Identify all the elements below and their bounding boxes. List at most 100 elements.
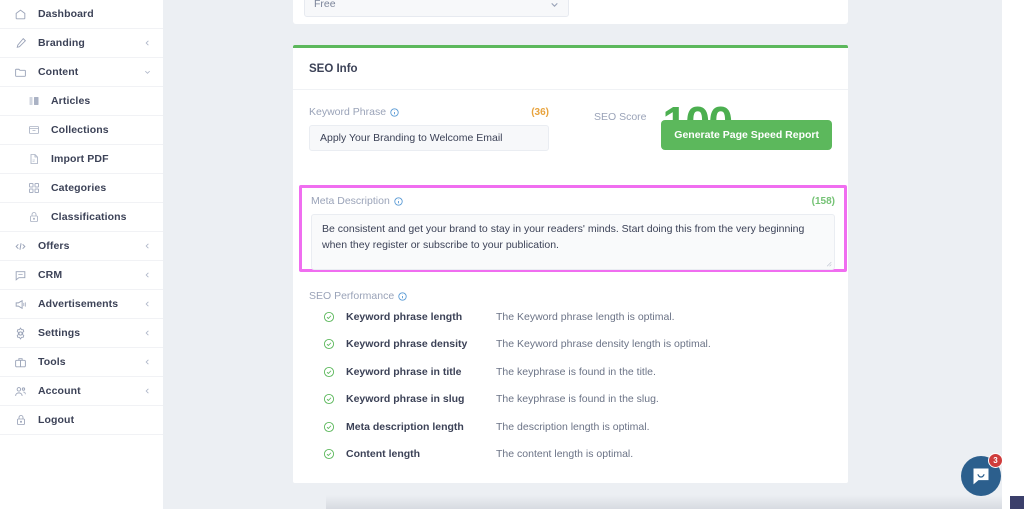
- check-circle-icon: [323, 421, 337, 433]
- chevron-down-icon: [550, 0, 559, 9]
- performance-row-description: The content length is optimal.: [496, 448, 634, 461]
- meta-description-label: Meta Description: [311, 195, 390, 207]
- lock-icon: [13, 413, 28, 428]
- plan-select-value: Free: [314, 0, 336, 10]
- info-icon[interactable]: [390, 107, 399, 117]
- performance-row: Meta description length The description l…: [309, 414, 829, 440]
- seo-performance-list: Keyword phrase length The Keyword phrase …: [309, 304, 829, 467]
- sidebar-item-content[interactable]: Content: [0, 58, 163, 87]
- code-icon: [13, 239, 28, 254]
- sidebar-item-tools[interactable]: Tools: [0, 348, 163, 377]
- sidebar-item-label: CRM: [38, 269, 63, 281]
- sidebar-item-account[interactable]: Account: [0, 377, 163, 406]
- keyword-phrase-group: Keyword Phrase (36) Apply Your Branding …: [309, 106, 549, 151]
- sidebar-item-articles[interactable]: Articles: [0, 87, 163, 116]
- check-circle-icon: [323, 393, 337, 405]
- resize-handle-icon[interactable]: [825, 260, 832, 267]
- check-circle-icon: [323, 311, 337, 323]
- sidebar-item-label: Offers: [38, 240, 70, 252]
- sidebar-item-label: Branding: [38, 37, 85, 49]
- seo-performance-label-row: SEO Performance: [309, 290, 829, 302]
- sidebar-item-label: Dashboard: [38, 8, 94, 20]
- chat-launcher-button[interactable]: 3: [961, 453, 1003, 496]
- app-root: Dashboard Branding Content Articles Collecti…: [0, 0, 1024, 509]
- seo-score-label: SEO Score: [594, 111, 647, 123]
- sidebar-item-label: Collections: [51, 124, 109, 136]
- keyword-phrase-label-row: Keyword Phrase (36): [309, 106, 549, 118]
- folder-icon: [13, 65, 28, 80]
- plan-select[interactable]: Free: [304, 0, 569, 17]
- check-circle-icon: [323, 338, 337, 350]
- performance-row-name: Content length: [346, 448, 421, 461]
- sidebar-item-crm[interactable]: CRM: [0, 261, 163, 290]
- sidebar-item-label: Categories: [51, 182, 107, 194]
- performance-row-name: Keyword phrase density: [346, 338, 468, 351]
- brush-icon: [13, 36, 28, 51]
- sidebar-item-dashboard[interactable]: Dashboard: [0, 0, 163, 29]
- performance-row: Keyword phrase in slug The keyphrase is f…: [309, 387, 829, 413]
- sidebar-item-label: Advertisements: [38, 298, 119, 310]
- keyword-phrase-input[interactable]: Apply Your Branding to Welcome Email: [309, 125, 549, 151]
- performance-row-name: Keyword phrase in title: [346, 365, 462, 378]
- sidebar-item-settings[interactable]: Settings: [0, 319, 163, 348]
- sidebar-item-label: Import PDF: [51, 153, 109, 165]
- performance-row-description: The description length is optimal.: [496, 420, 650, 433]
- seo-performance-section: SEO Performance Keyword phrase length The…: [309, 290, 829, 467]
- sidebar-item-label: Articles: [51, 95, 91, 107]
- sidebar-item-categories[interactable]: Categories: [0, 174, 163, 203]
- file-pdf-icon: [26, 152, 41, 167]
- info-icon[interactable]: [398, 291, 407, 301]
- chevron-left-icon[interactable]: [144, 301, 151, 308]
- meta-description-value: Be consistent and get your brand to stay…: [322, 223, 805, 251]
- chat-bubble-icon: [971, 466, 991, 486]
- home-icon: [13, 7, 28, 22]
- performance-row-name: Keyword phrase in slug: [346, 393, 465, 406]
- sidebar-item-label: Account: [38, 385, 81, 397]
- lock-icon: [26, 210, 41, 225]
- gear-icon: [13, 326, 28, 341]
- content-area: Free SEO Info Keyword Phrase (36) Apply …: [163, 0, 1024, 509]
- sidebar-item-label: Content: [38, 66, 79, 78]
- sidebar-item-classifications[interactable]: Classifications: [0, 203, 163, 232]
- archive-icon: [26, 123, 41, 138]
- chevron-left-icon[interactable]: [144, 359, 151, 366]
- meta-description-label-row: Meta Description (158): [311, 195, 835, 207]
- performance-row-description: The Keyword phrase length is optimal.: [496, 310, 675, 323]
- meta-description-textarea[interactable]: Be consistent and get your brand to stay…: [311, 214, 835, 270]
- chevron-left-icon[interactable]: [144, 272, 151, 279]
- keyword-phrase-value: Apply Your Branding to Welcome Email: [320, 132, 503, 144]
- seo-card-body: Keyword Phrase (36) Apply Your Branding …: [293, 90, 848, 460]
- sidebar: Dashboard Branding Content Articles Collecti…: [0, 0, 163, 509]
- grid-icon: [26, 181, 41, 196]
- sidebar-item-logout[interactable]: Logout: [0, 406, 163, 435]
- seo-performance-label: SEO Performance: [309, 290, 395, 302]
- sidebar-item-collections[interactable]: Collections: [0, 116, 163, 145]
- performance-row-name: Meta description length: [346, 420, 464, 433]
- sidebar-item-offers[interactable]: Offers: [0, 232, 163, 261]
- info-icon[interactable]: [394, 196, 403, 206]
- chevron-down-icon[interactable]: [144, 69, 151, 76]
- seo-info-card: SEO Info Keyword Phrase (36) Apply Your …: [293, 45, 848, 483]
- meta-description-counter: (158): [811, 195, 835, 207]
- columns-icon: [26, 94, 41, 109]
- sidebar-item-advertisements[interactable]: Advertisements: [0, 290, 163, 319]
- sidebar-item-label: Tools: [38, 356, 66, 368]
- right-gutter: [1002, 0, 1024, 509]
- check-circle-icon: [323, 366, 337, 378]
- sidebar-item-label: Logout: [38, 414, 75, 426]
- keyword-phrase-label: Keyword Phrase: [309, 106, 387, 118]
- plan-card: Free: [293, 0, 848, 24]
- megaphone-icon: [13, 297, 28, 312]
- chevron-left-icon[interactable]: [144, 40, 151, 47]
- sidebar-item-branding[interactable]: Branding: [0, 29, 163, 58]
- performance-row-name: Keyword phrase length: [346, 310, 463, 323]
- performance-row-description: The Keyword phrase density length is opt…: [496, 338, 711, 351]
- chevron-left-icon[interactable]: [144, 243, 151, 250]
- users-icon: [13, 384, 28, 399]
- generate-page-speed-report-button[interactable]: Generate Page Speed Report: [661, 120, 832, 150]
- sidebar-item-import-pdf[interactable]: Import PDF: [0, 145, 163, 174]
- chat-icon: [13, 268, 28, 283]
- seo-card-title: SEO Info: [309, 62, 358, 75]
- chevron-left-icon[interactable]: [144, 388, 151, 395]
- chevron-left-icon[interactable]: [144, 330, 151, 337]
